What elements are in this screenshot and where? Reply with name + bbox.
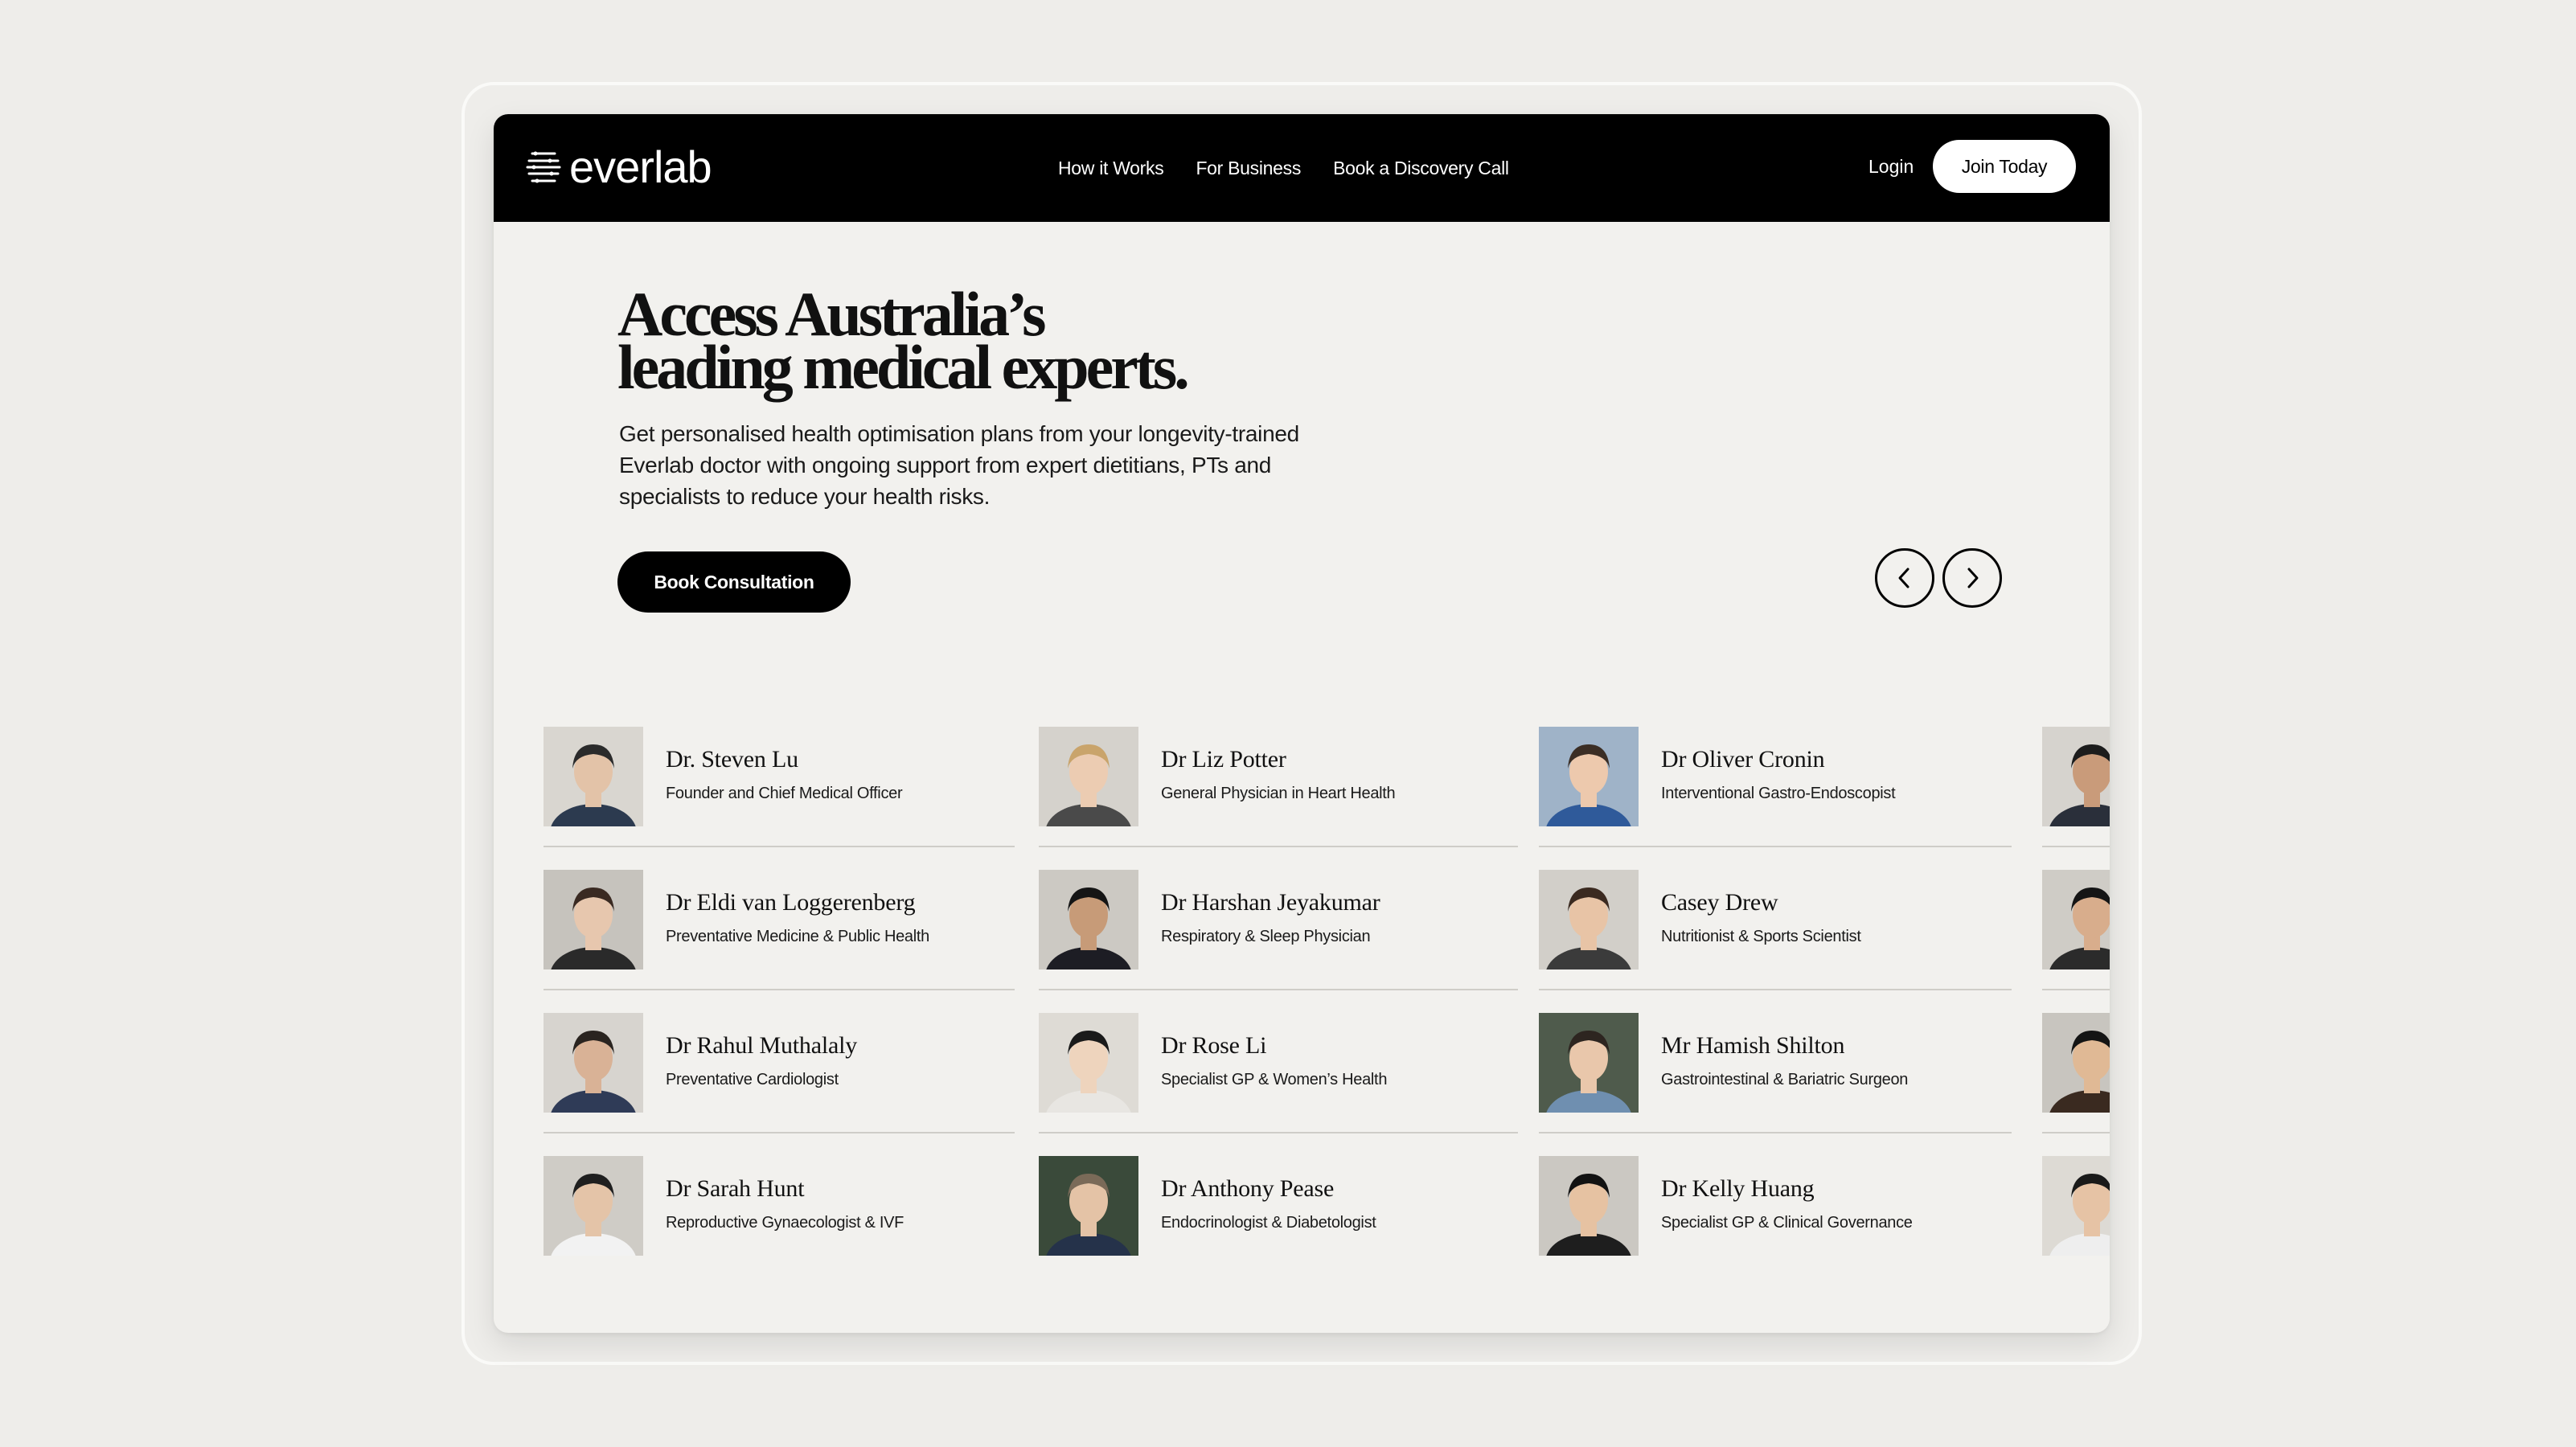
row-divider (544, 989, 1015, 990)
doctor-card[interactable]: Dr Harshan Jeyakumar Respiratory & Sleep … (1039, 870, 1518, 969)
doctor-role: Reproductive Gynaecologist & IVF (666, 1214, 904, 1232)
doctor-role: Endocrinologist & Diabetologist (1161, 1214, 1376, 1232)
hero-description: Get personalised health optimisation pla… (619, 421, 1299, 509)
chevron-left-icon (1898, 568, 1909, 588)
doctor-role: Preventative Cardiologist (666, 1071, 839, 1088)
doctor-photo (1039, 870, 1138, 969)
doctor-photo (1539, 727, 1639, 826)
doctor-name: Dr Kelly Huang (1661, 1175, 1815, 1202)
doctor-card[interactable]: Dr Kelly Huang Specialist GP & Clinical G… (1539, 1156, 2012, 1256)
doctor-name: Dr Rose Li (1161, 1032, 1267, 1059)
everlab-logo-icon (526, 151, 561, 183)
row-divider (2042, 989, 2110, 990)
doctor-name: Dr Harshan Jeyakumar (1161, 889, 1380, 916)
doctor-name: Dr Rahul Muthalaly (666, 1032, 858, 1059)
doctor-role: Founder and Chief Medical Officer (666, 785, 903, 802)
doctor-card[interactable]: Casey Drew Nutritionist & Sports Scientis… (1539, 870, 2012, 969)
hero-title-line-2: leading medical experts. (617, 332, 1190, 402)
doctor-photo (2042, 727, 2110, 826)
row-divider (1039, 1132, 1518, 1133)
doctor-role: Specialist GP & Women’s Health (1161, 1071, 1388, 1088)
logo-text: everlab (569, 141, 712, 192)
row-divider (1039, 989, 1518, 990)
doctor-card[interactable]: Dr Eldi van Loggerenberg Preventative Med… (544, 870, 1015, 969)
browser-window: everlab How it Works For Business Book a… (494, 114, 2110, 1333)
doctor-name: Dr Eldi van Loggerenberg (666, 889, 916, 916)
doctor-name: Dr Oliver Cronin (1661, 746, 1825, 773)
doctor-role: Specialist GP & Clinical Governance (1661, 1214, 1913, 1232)
row-divider (544, 1132, 1015, 1133)
doctor-card-partial[interactable] (2042, 870, 2110, 969)
hero-title: Access Australia’s leading medical exper… (617, 283, 1341, 402)
doctor-photo (2042, 870, 2110, 969)
doctor-card[interactable]: Dr Rahul Muthalaly Preventative Cardiolog… (544, 1013, 1015, 1113)
doctor-photo (544, 1013, 643, 1113)
doctor-role: Preventative Medicine & Public Health (666, 928, 929, 945)
row-divider (1539, 846, 2012, 847)
doctor-photo (1039, 1156, 1138, 1256)
doctor-card[interactable]: Mr Hamish Shilton Gastrointestinal & Bari… (1539, 1013, 2012, 1113)
doctor-role: Interventional Gastro-Endoscopist (1661, 785, 1896, 802)
doctor-role: Gastrointestinal & Bariatric Surgeon (1661, 1071, 1909, 1088)
nav-for-business[interactable]: For Business (1196, 158, 1301, 179)
doctor-photo (2042, 1013, 2110, 1113)
doctor-card[interactable]: Dr Oliver Cronin Interventional Gastro-En… (1539, 727, 2012, 826)
doctor-card[interactable]: Dr Rose Li Specialist GP & Women’s Health (1039, 1013, 1518, 1113)
doctor-name: Mr Hamish Shilton (1661, 1032, 1845, 1059)
doctor-card-partial[interactable] (2042, 1156, 2110, 1256)
row-divider (1039, 846, 1518, 847)
book-consultation-button[interactable]: Book Consultation (617, 551, 851, 613)
doctor-role: General Physician in Heart Health (1161, 785, 1396, 802)
nav-book-discovery-call[interactable]: Book a Discovery Call (1333, 158, 1509, 179)
top-nav: everlab How it Works For Business Book a… (494, 114, 2110, 222)
doctor-role: Respiratory & Sleep Physician (1161, 928, 1371, 945)
doctor-card-partial[interactable] (2042, 727, 2110, 826)
everlab-logo[interactable]: everlab (526, 141, 712, 193)
doctor-name: Dr. Steven Lu (666, 746, 798, 773)
row-divider (1539, 1132, 2012, 1133)
carousel-next-button[interactable] (1942, 548, 2002, 608)
doctor-card[interactable]: Dr. Steven Lu Founder and Chief Medical O… (544, 727, 1015, 826)
carousel-prev-button[interactable] (1875, 548, 1934, 608)
doctor-name: Dr Sarah Hunt (666, 1175, 805, 1202)
row-divider (544, 846, 1015, 847)
row-divider (1539, 989, 2012, 990)
doctor-role: Nutritionist & Sports Scientist (1661, 928, 1861, 945)
doctor-card-partial[interactable] (2042, 1013, 2110, 1113)
nav-links: How it Works For Business Book a Discove… (1058, 114, 1541, 222)
nav-how-it-works[interactable]: How it Works (1058, 158, 1164, 179)
doctor-card[interactable]: Dr Anthony Pease Endocrinologist & Diabet… (1039, 1156, 1518, 1256)
doctor-photo (1039, 1013, 1138, 1113)
doctor-card[interactable]: Dr Liz Potter General Physician in Heart … (1039, 727, 1518, 826)
join-today-button[interactable]: Join Today (1933, 140, 2076, 193)
row-divider (2042, 846, 2110, 847)
doctor-photo (544, 727, 643, 826)
doctor-photo (544, 1156, 643, 1256)
doctor-photo (544, 870, 643, 969)
doctor-name: Dr Anthony Pease (1161, 1175, 1335, 1202)
doctor-photo (1039, 727, 1138, 826)
doctor-photo (1539, 1156, 1639, 1256)
doctor-card[interactable]: Dr Sarah Hunt Reproductive Gynaecologist … (544, 1156, 1015, 1256)
doctor-photo (2042, 1156, 2110, 1256)
doctor-name: Dr Liz Potter (1161, 746, 1286, 773)
login-link[interactable]: Login (1868, 156, 1914, 178)
doctor-photo (1539, 1013, 1639, 1113)
doctor-photo (1539, 870, 1639, 969)
doctor-name: Casey Drew (1661, 889, 1778, 916)
row-divider (2042, 1132, 2110, 1133)
chevron-right-icon (1967, 568, 1979, 588)
